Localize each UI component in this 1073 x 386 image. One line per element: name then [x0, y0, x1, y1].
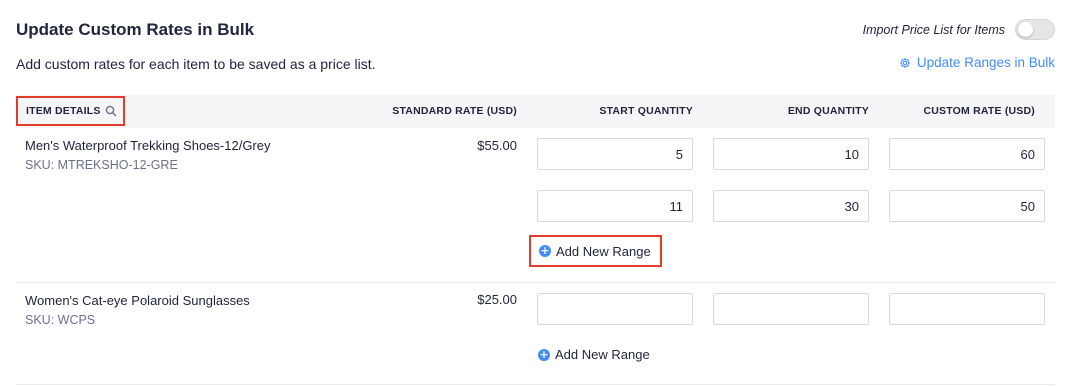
- add-new-range-button[interactable]: + Add New Range: [529, 235, 662, 267]
- add-new-range-label: Add New Range: [556, 243, 651, 259]
- end-quantity-input[interactable]: [713, 138, 869, 170]
- import-price-list: Import Price List for Items: [863, 19, 1055, 40]
- row-divider: [16, 384, 1055, 385]
- start-quantity-input[interactable]: [537, 293, 693, 325]
- plus-circle-icon: +: [539, 244, 551, 257]
- update-ranges-in-bulk-link[interactable]: Update Ranges in Bulk: [899, 55, 1055, 70]
- start-quantity-header: START QUANTITY: [599, 105, 693, 117]
- search-icon[interactable]: [105, 105, 117, 117]
- item-standard-rate: $25.00: [477, 292, 517, 307]
- custom-rate-input[interactable]: [889, 138, 1045, 170]
- end-quantity-input[interactable]: [713, 293, 869, 325]
- row-divider: [16, 282, 1055, 283]
- item-details-header-label: ITEM DETAILS: [26, 105, 101, 117]
- plus-circle-icon: +: [538, 347, 550, 361]
- item-name: Women's Cat-eye Polaroid Sunglasses: [25, 293, 250, 308]
- add-new-range-button[interactable]: + Add New Range: [538, 347, 650, 362]
- page-title: Update Custom Rates in Bulk: [16, 20, 255, 39]
- item-standard-rate: $55.00: [477, 138, 517, 153]
- item-details-header[interactable]: ITEM DETAILS: [16, 96, 125, 126]
- gear-icon: [899, 57, 911, 69]
- custom-rate-input[interactable]: [889, 190, 1045, 222]
- table-header: ITEM DETAILS STANDARD RATE (USD) START Q…: [16, 95, 1055, 128]
- item-name: Men's Waterproof Trekking Shoes-12/Grey: [25, 138, 271, 153]
- end-quantity-input[interactable]: [713, 190, 869, 222]
- import-price-list-label: Import Price List for Items: [862, 22, 1005, 37]
- item-sku: SKU: WCPS: [25, 313, 96, 327]
- start-quantity-input[interactable]: [537, 138, 693, 170]
- custom-rate-input[interactable]: [889, 293, 1045, 325]
- end-quantity-header: END QUANTITY: [787, 105, 869, 117]
- start-quantity-input[interactable]: [537, 190, 693, 222]
- standard-rate-header: STANDARD RATE (USD): [392, 105, 517, 117]
- page-subtitle: Add custom rates for each item to be sav…: [16, 56, 376, 72]
- import-price-list-toggle[interactable]: [1015, 19, 1055, 40]
- custom-rate-header: CUSTOM RATE (USD): [923, 105, 1035, 117]
- add-new-range-label: Add New Range: [555, 347, 650, 362]
- toggle-knob: [1018, 22, 1033, 37]
- update-ranges-in-bulk-label: Update Ranges in Bulk: [916, 55, 1055, 70]
- item-sku: SKU: MTREKSHO-12-GRE: [25, 158, 178, 172]
